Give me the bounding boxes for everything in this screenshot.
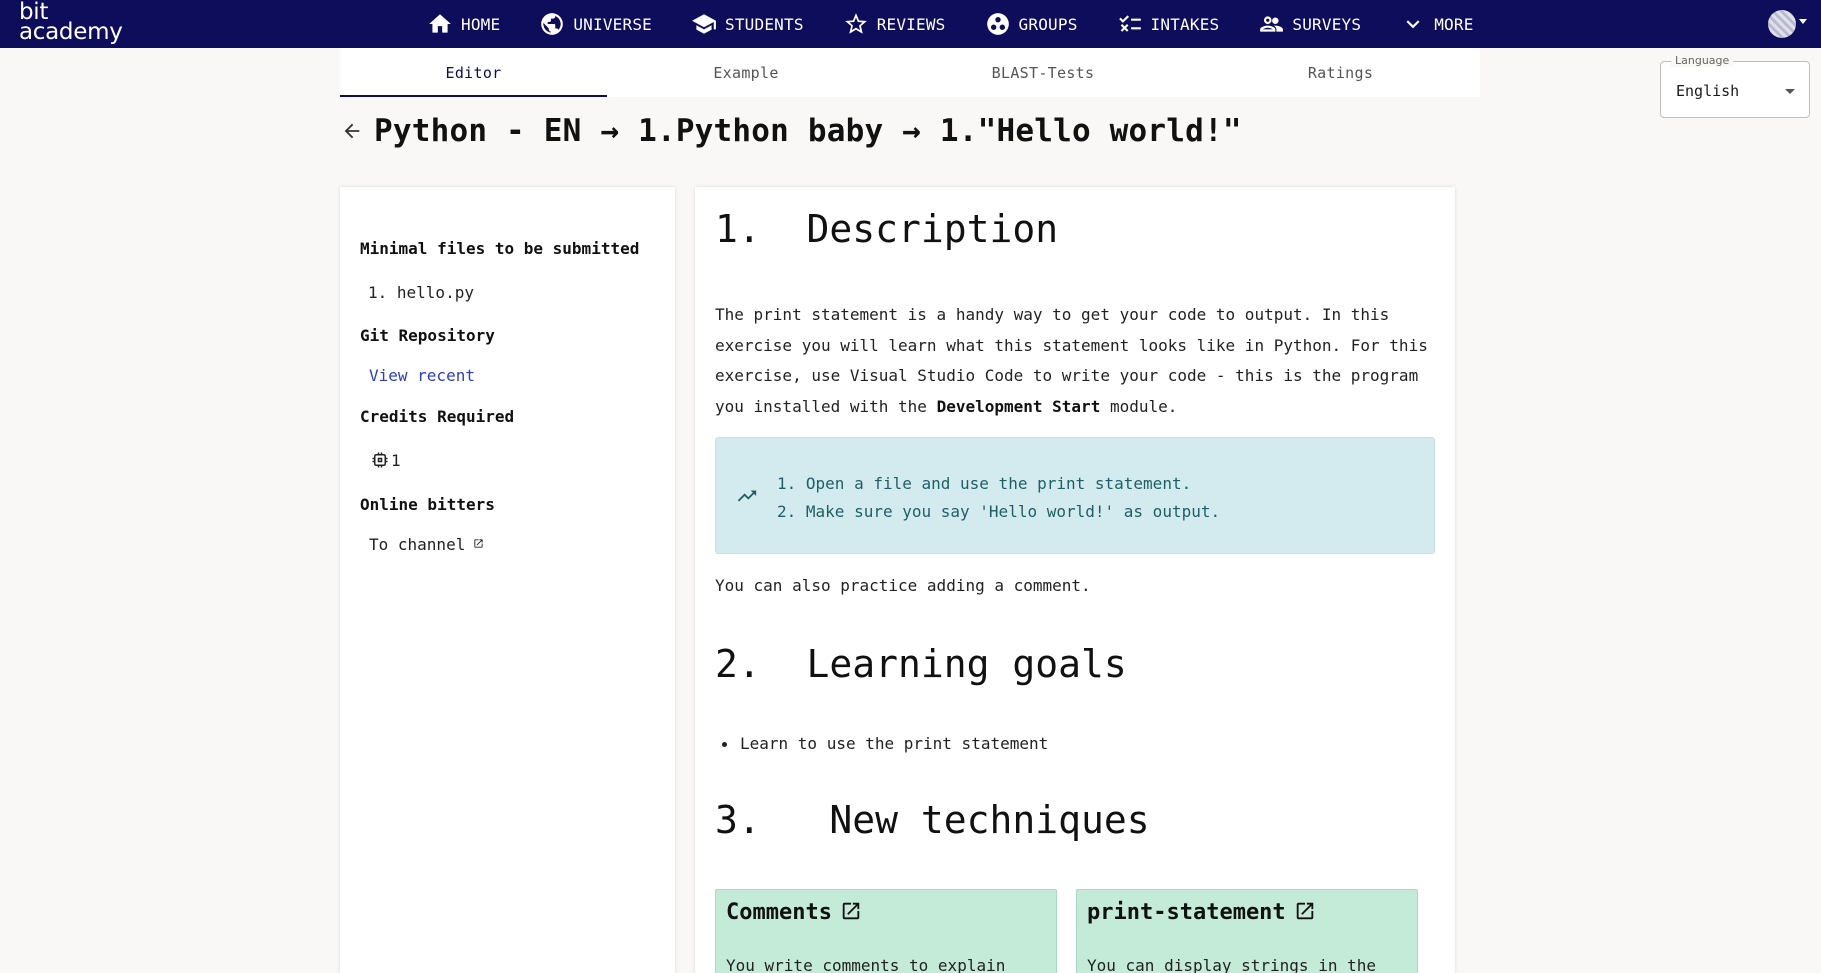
language-label: Language: [1671, 54, 1734, 67]
top-navbar: bit academy HOME UNIVERSE STUDENTS REVIE…: [0, 0, 1821, 48]
exercise-tabs: Editor Example BLAST-Tests Ratings: [340, 48, 1480, 97]
main-nav: HOME UNIVERSE STUDENTS REVIEWS GROUPS IN…: [427, 0, 1513, 48]
trending-up-icon: [737, 490, 757, 502]
exercise-content: 1. Description The print statement is a …: [695, 187, 1455, 973]
technique-card-print-statement[interactable]: print-statement You can display strings …: [1076, 889, 1418, 973]
development-start-text: Development Start: [936, 396, 1101, 416]
description-paragraph: The print statement is a handy way to ge…: [715, 300, 1435, 422]
nav-universe-label: UNIVERSE: [573, 14, 653, 34]
nav-students[interactable]: STUDENTS: [691, 0, 821, 48]
goal-text: Learn to use the print statement: [740, 734, 1049, 753]
online-bitters-heading: Online bitters: [360, 495, 495, 514]
comment-note: You can also practice adding a comment.: [715, 576, 1091, 595]
bit-academy-logo[interactable]: bit academy: [19, 1, 123, 45]
nav-home[interactable]: HOME: [427, 0, 517, 48]
credits-heading: Credits Required: [360, 407, 515, 426]
tab-editor[interactable]: Editor: [340, 48, 607, 97]
technique-title-text: Comments: [726, 900, 832, 925]
files-heading: Minimal files to be submitted: [360, 239, 640, 258]
globe-icon: [541, 13, 564, 35]
learning-goals-heading: 2. Learning goals: [715, 642, 1127, 686]
external-link-icon: [474, 539, 483, 548]
nav-groups[interactable]: GROUPS: [985, 0, 1095, 48]
exercise-sidebar: Minimal files to be submitted 1. hello.p…: [340, 187, 675, 973]
user-avatar[interactable]: [1768, 10, 1796, 38]
technique-title: print-statement: [1087, 900, 1316, 925]
credits-value: 1: [391, 451, 401, 470]
tab-example[interactable]: Example: [607, 48, 885, 97]
external-link-icon[interactable]: [840, 900, 862, 922]
checklist-icon: [1118, 15, 1141, 32]
new-techniques-heading: 3. New techniques: [715, 798, 1150, 842]
tab-blast-tests[interactable]: BLAST-Tests: [885, 48, 1201, 97]
task-item: 2. Make sure you say 'Hello world!' as o…: [777, 502, 1221, 521]
task-info-box: 1. Open a file and use the print stateme…: [715, 437, 1435, 554]
nav-surveys-label: SURVEYS: [1292, 14, 1362, 34]
external-link-icon[interactable]: [1294, 900, 1316, 922]
dropdown-caret-icon: [1785, 89, 1795, 94]
nav-intakes[interactable]: INTAKES: [1117, 0, 1237, 48]
language-value: English: [1676, 82, 1740, 100]
nav-reviews-label: REVIEWS: [876, 14, 946, 34]
technique-description: You write comments to explain: [726, 956, 1006, 973]
technique-title: Comments: [726, 900, 862, 925]
tab-ratings[interactable]: Ratings: [1201, 48, 1480, 97]
technique-card-comments[interactable]: Comments You write comments to explain: [715, 889, 1057, 973]
view-recent-link[interactable]: View recent: [369, 366, 475, 385]
chip-icon: [372, 452, 388, 468]
technique-title-text: print-statement: [1087, 900, 1286, 925]
people-icon: [1260, 16, 1284, 32]
technique-description: You can display strings in the: [1087, 956, 1376, 973]
star-icon: [844, 13, 867, 34]
task-item: 1. Open a file and use the print stateme…: [777, 474, 1192, 493]
chevron-down-icon: [1406, 20, 1420, 29]
nav-more[interactable]: MORE: [1400, 0, 1490, 48]
description-heading: 1. Description: [715, 207, 1059, 251]
channel-link-label: To channel: [369, 535, 466, 554]
avatar-dropdown-caret-icon[interactable]: [1799, 19, 1807, 24]
nav-universe[interactable]: UNIVERSE: [539, 0, 669, 48]
task-list: 1. Open a file and use the print stateme…: [777, 470, 1220, 526]
file-list-item: 1. hello.py: [368, 283, 474, 302]
git-heading: Git Repository: [360, 326, 495, 345]
nav-groups-label: GROUPS: [1018, 14, 1078, 34]
channel-link[interactable]: To channel: [369, 535, 484, 554]
graduation-cap-icon: [692, 14, 716, 34]
nav-more-label: MORE: [1434, 14, 1474, 34]
nav-students-label: STUDENTS: [725, 14, 804, 34]
home-icon: [429, 14, 451, 33]
language-select[interactable]: Language English: [1660, 54, 1810, 118]
nav-reviews[interactable]: REVIEWS: [843, 0, 963, 48]
nav-intakes-label: INTAKES: [1150, 14, 1220, 34]
nav-home-label: HOME: [461, 14, 501, 34]
goal-list-item: Learn to use the print statement: [721, 734, 1049, 753]
logo-line-2: academy: [19, 19, 123, 45]
back-arrow-icon[interactable]: [341, 120, 363, 142]
nav-surveys[interactable]: SURVEYS: [1258, 0, 1378, 48]
page-title: Python - EN → 1.Python baby → 1."Hello w…: [374, 113, 1242, 149]
description-text-end: module.: [1100, 396, 1178, 416]
groups-icon: [986, 13, 1009, 35]
